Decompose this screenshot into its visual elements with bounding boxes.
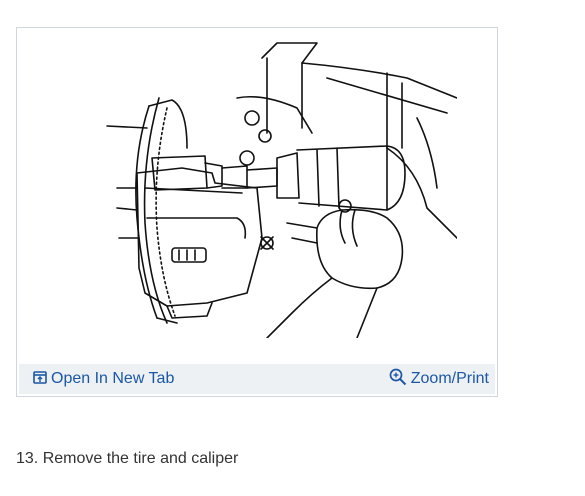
open-in-new-tab-label: Open In New Tab: [51, 370, 175, 387]
figure-toolbar: Open In New Tab Zoom/Print: [19, 364, 495, 394]
brake-caliper-illustration[interactable]: [87, 38, 457, 338]
zoom-print-link[interactable]: Zoom/Print: [389, 364, 489, 394]
open-in-new-tab-link[interactable]: Open In New Tab: [33, 364, 174, 394]
figure-card: Open In New Tab Zoom/Print: [16, 27, 498, 397]
zoom-print-label: Zoom/Print: [410, 370, 489, 387]
magnifier-icon: [389, 368, 406, 385]
step-instruction: 13. Remove the tire and caliper: [16, 450, 239, 467]
open-in-new-tab-icon: [33, 370, 47, 384]
